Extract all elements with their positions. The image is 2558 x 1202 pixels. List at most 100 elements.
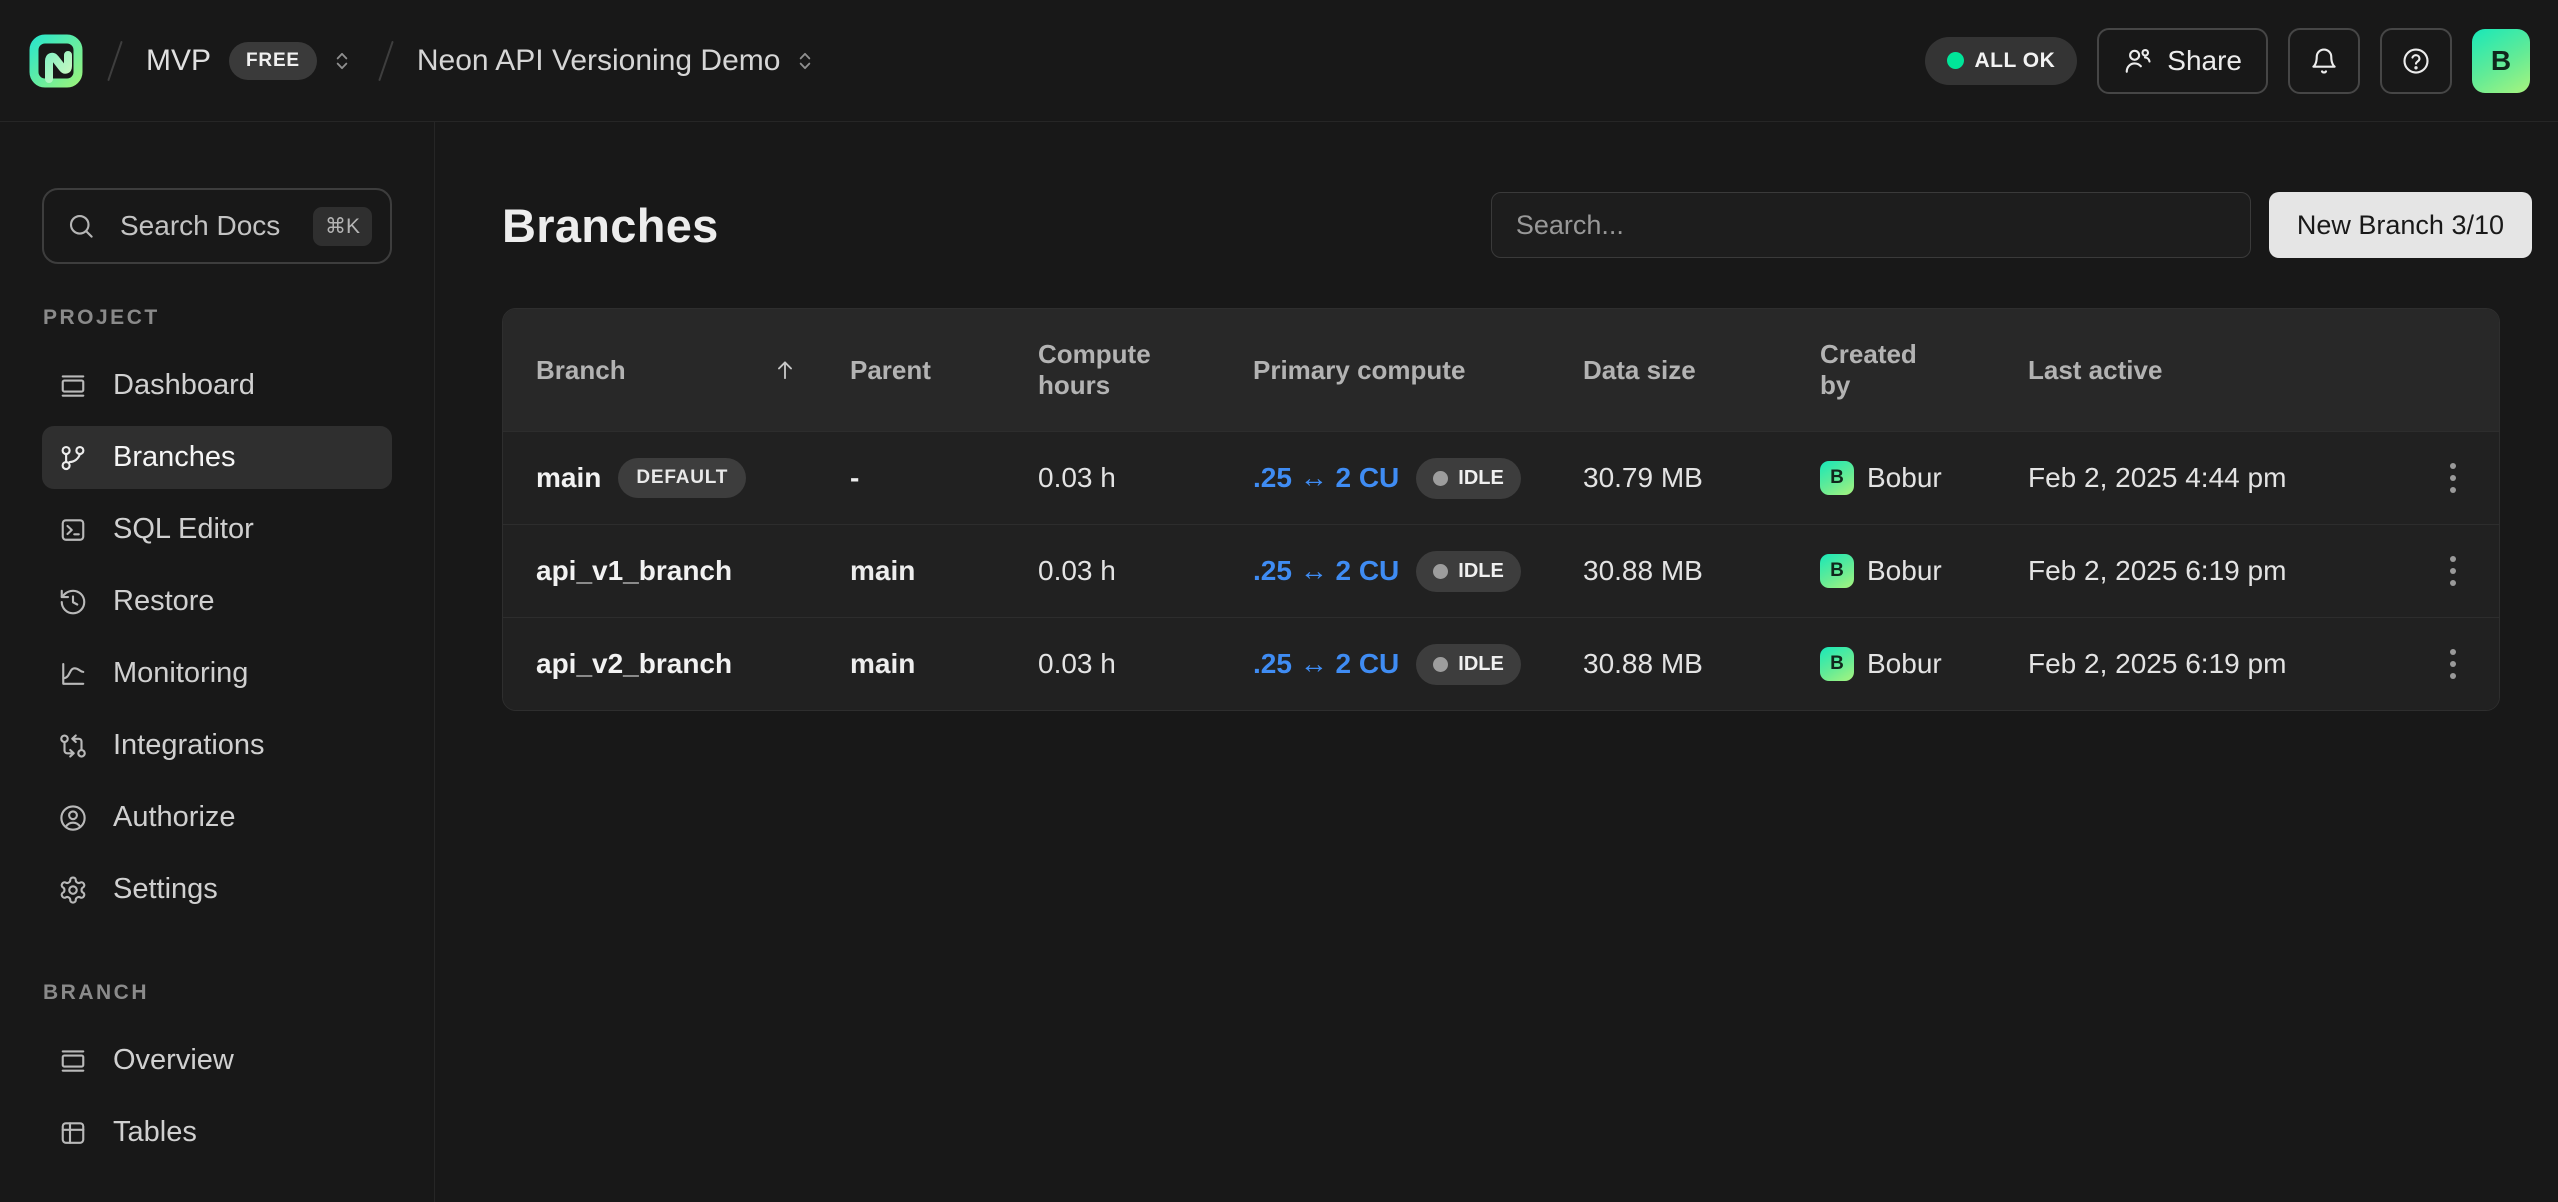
row-menu-button[interactable] bbox=[2440, 453, 2466, 503]
user-circle-icon bbox=[58, 803, 88, 833]
status-ok-dot-icon bbox=[1947, 52, 1964, 69]
share-button[interactable]: Share bbox=[2097, 28, 2268, 94]
dashboard-icon bbox=[58, 371, 88, 401]
column-header-compute-hours[interactable]: Compute hours bbox=[1038, 339, 1253, 401]
creator-name: Bobur bbox=[1867, 648, 1942, 680]
topbar-actions: ALL OK Share B bbox=[1925, 28, 2531, 94]
page-title: Branches bbox=[502, 198, 719, 253]
plan-badge: FREE bbox=[229, 42, 317, 80]
users-icon bbox=[2123, 46, 2153, 76]
breadcrumb-org[interactable]: MVP bbox=[146, 44, 211, 78]
branch-search-input[interactable] bbox=[1491, 192, 2251, 258]
column-header-primary-compute[interactable]: Primary compute bbox=[1253, 355, 1583, 386]
column-header-parent[interactable]: Parent bbox=[850, 355, 1038, 386]
last-active: Feb 2, 2025 6:19 pm bbox=[2028, 648, 2408, 680]
compute-state-badge: IDLE bbox=[1416, 458, 1521, 499]
data-size: 30.88 MB bbox=[1583, 555, 1820, 587]
branch-name: api_v2_branch bbox=[536, 648, 732, 680]
sidebar-item-settings[interactable]: Settings bbox=[42, 858, 392, 921]
column-header-data-size[interactable]: Data size bbox=[1583, 355, 1820, 386]
branch-name: api_v1_branch bbox=[536, 555, 732, 587]
help-button[interactable] bbox=[2380, 28, 2452, 94]
sidebar-item-label: Settings bbox=[113, 873, 218, 906]
help-circle-icon bbox=[2401, 46, 2431, 76]
chart-line-icon bbox=[58, 659, 88, 689]
last-active: Feb 2, 2025 4:44 pm bbox=[2028, 462, 2408, 494]
table-row[interactable]: api_v1_branch main 0.03 h .25 ↔ 2 CU IDL… bbox=[503, 524, 2499, 617]
idle-dot-icon bbox=[1433, 657, 1448, 672]
sidebar-item-tables[interactable]: Tables bbox=[42, 1101, 392, 1164]
creator-name: Bobur bbox=[1867, 462, 1942, 494]
breadcrumb-divider bbox=[107, 40, 123, 80]
gear-icon bbox=[58, 875, 88, 905]
column-header-last-active[interactable]: Last active bbox=[2028, 355, 2408, 386]
default-badge: DEFAULT bbox=[618, 458, 746, 498]
sidebar-item-label: Restore bbox=[113, 585, 215, 618]
sidebar-item-label: Integrations bbox=[113, 729, 265, 762]
sidebar-item-restore[interactable]: Restore bbox=[42, 570, 392, 633]
share-label: Share bbox=[2167, 45, 2242, 77]
parent-branch: - bbox=[850, 462, 1038, 494]
history-icon bbox=[58, 587, 88, 617]
breadcrumb-divider bbox=[378, 40, 394, 80]
parent-branch: main bbox=[850, 648, 1038, 680]
last-active: Feb 2, 2025 6:19 pm bbox=[2028, 555, 2408, 587]
git-branch-icon bbox=[58, 443, 88, 473]
project-selector-chevron-icon[interactable] bbox=[792, 48, 818, 74]
workflow-arrows-icon bbox=[58, 731, 88, 761]
sidebar-item-integrations[interactable]: Integrations bbox=[42, 714, 392, 777]
compute-hours: 0.03 h bbox=[1038, 555, 1253, 587]
branches-table: Branch Parent Compute hours Primary comp… bbox=[502, 308, 2500, 711]
sidebar-item-overview[interactable]: Overview bbox=[42, 1029, 392, 1092]
creator-avatar: B bbox=[1820, 647, 1854, 681]
column-header-branch[interactable]: Branch bbox=[536, 355, 850, 386]
org-selector-chevron-icon[interactable] bbox=[329, 48, 355, 74]
data-size: 30.88 MB bbox=[1583, 648, 1820, 680]
notifications-button[interactable] bbox=[2288, 28, 2360, 94]
creator-avatar: B bbox=[1820, 461, 1854, 495]
column-header-created-by[interactable]: Created by bbox=[1820, 339, 2028, 401]
sidebar-item-dashboard[interactable]: Dashboard bbox=[42, 354, 392, 417]
sidebar-item-branches[interactable]: Branches bbox=[42, 426, 392, 489]
branch-section-label: BRANCH bbox=[43, 981, 392, 1005]
data-size: 30.79 MB bbox=[1583, 462, 1820, 494]
search-docs-label: Search Docs bbox=[120, 210, 280, 242]
sidebar-item-label: Authorize bbox=[113, 801, 236, 834]
new-branch-button[interactable]: New Branch 3/10 bbox=[2269, 192, 2532, 258]
sidebar-item-label: Tables bbox=[113, 1116, 197, 1149]
creator-name: Bobur bbox=[1867, 555, 1942, 587]
compute-hours: 0.03 h bbox=[1038, 648, 1253, 680]
sidebar-item-monitoring[interactable]: Monitoring bbox=[42, 642, 392, 705]
row-menu-button[interactable] bbox=[2440, 546, 2466, 596]
sidebar-item-label: Branches bbox=[113, 441, 236, 474]
status-badge[interactable]: ALL OK bbox=[1925, 37, 2078, 85]
sort-ascending-icon[interactable] bbox=[772, 357, 798, 383]
primary-compute-link[interactable]: .25 ↔ 2 CU bbox=[1253, 462, 1399, 494]
branch-name: main bbox=[536, 462, 601, 494]
row-menu-button[interactable] bbox=[2440, 639, 2466, 689]
search-icon bbox=[66, 211, 96, 241]
neon-logo-icon[interactable] bbox=[28, 33, 84, 89]
sidebar-item-label: Monitoring bbox=[113, 657, 248, 690]
search-docs-button[interactable]: Search Docs ⌘K bbox=[42, 188, 392, 264]
breadcrumb-project[interactable]: Neon API Versioning Demo bbox=[417, 44, 781, 78]
compute-state-badge: IDLE bbox=[1416, 551, 1521, 592]
primary-compute-link[interactable]: .25 ↔ 2 CU bbox=[1253, 648, 1399, 680]
table-row[interactable]: api_v2_branch main 0.03 h .25 ↔ 2 CU IDL… bbox=[503, 617, 2499, 710]
sidebar-item-authorize[interactable]: Authorize bbox=[42, 786, 392, 849]
browser-window-icon bbox=[58, 1046, 88, 1076]
idle-dot-icon bbox=[1433, 471, 1448, 486]
table-header-row: Branch Parent Compute hours Primary comp… bbox=[503, 309, 2499, 431]
creator-avatar: B bbox=[1820, 554, 1854, 588]
table-icon bbox=[58, 1118, 88, 1148]
bell-icon bbox=[2309, 46, 2339, 76]
compute-state-badge: IDLE bbox=[1416, 644, 1521, 685]
sidebar: Search Docs ⌘K PROJECT Dashboard Branche… bbox=[0, 122, 435, 1202]
table-row[interactable]: main DEFAULT - 0.03 h .25 ↔ 2 CU IDLE 30… bbox=[503, 431, 2499, 524]
sidebar-item-label: Overview bbox=[113, 1044, 234, 1077]
sidebar-item-sql-editor[interactable]: SQL Editor bbox=[42, 498, 392, 561]
primary-compute-link[interactable]: .25 ↔ 2 CU bbox=[1253, 555, 1399, 587]
user-avatar[interactable]: B bbox=[2472, 29, 2530, 93]
status-label: ALL OK bbox=[1975, 49, 2056, 73]
sidebar-item-label: Dashboard bbox=[113, 369, 255, 402]
